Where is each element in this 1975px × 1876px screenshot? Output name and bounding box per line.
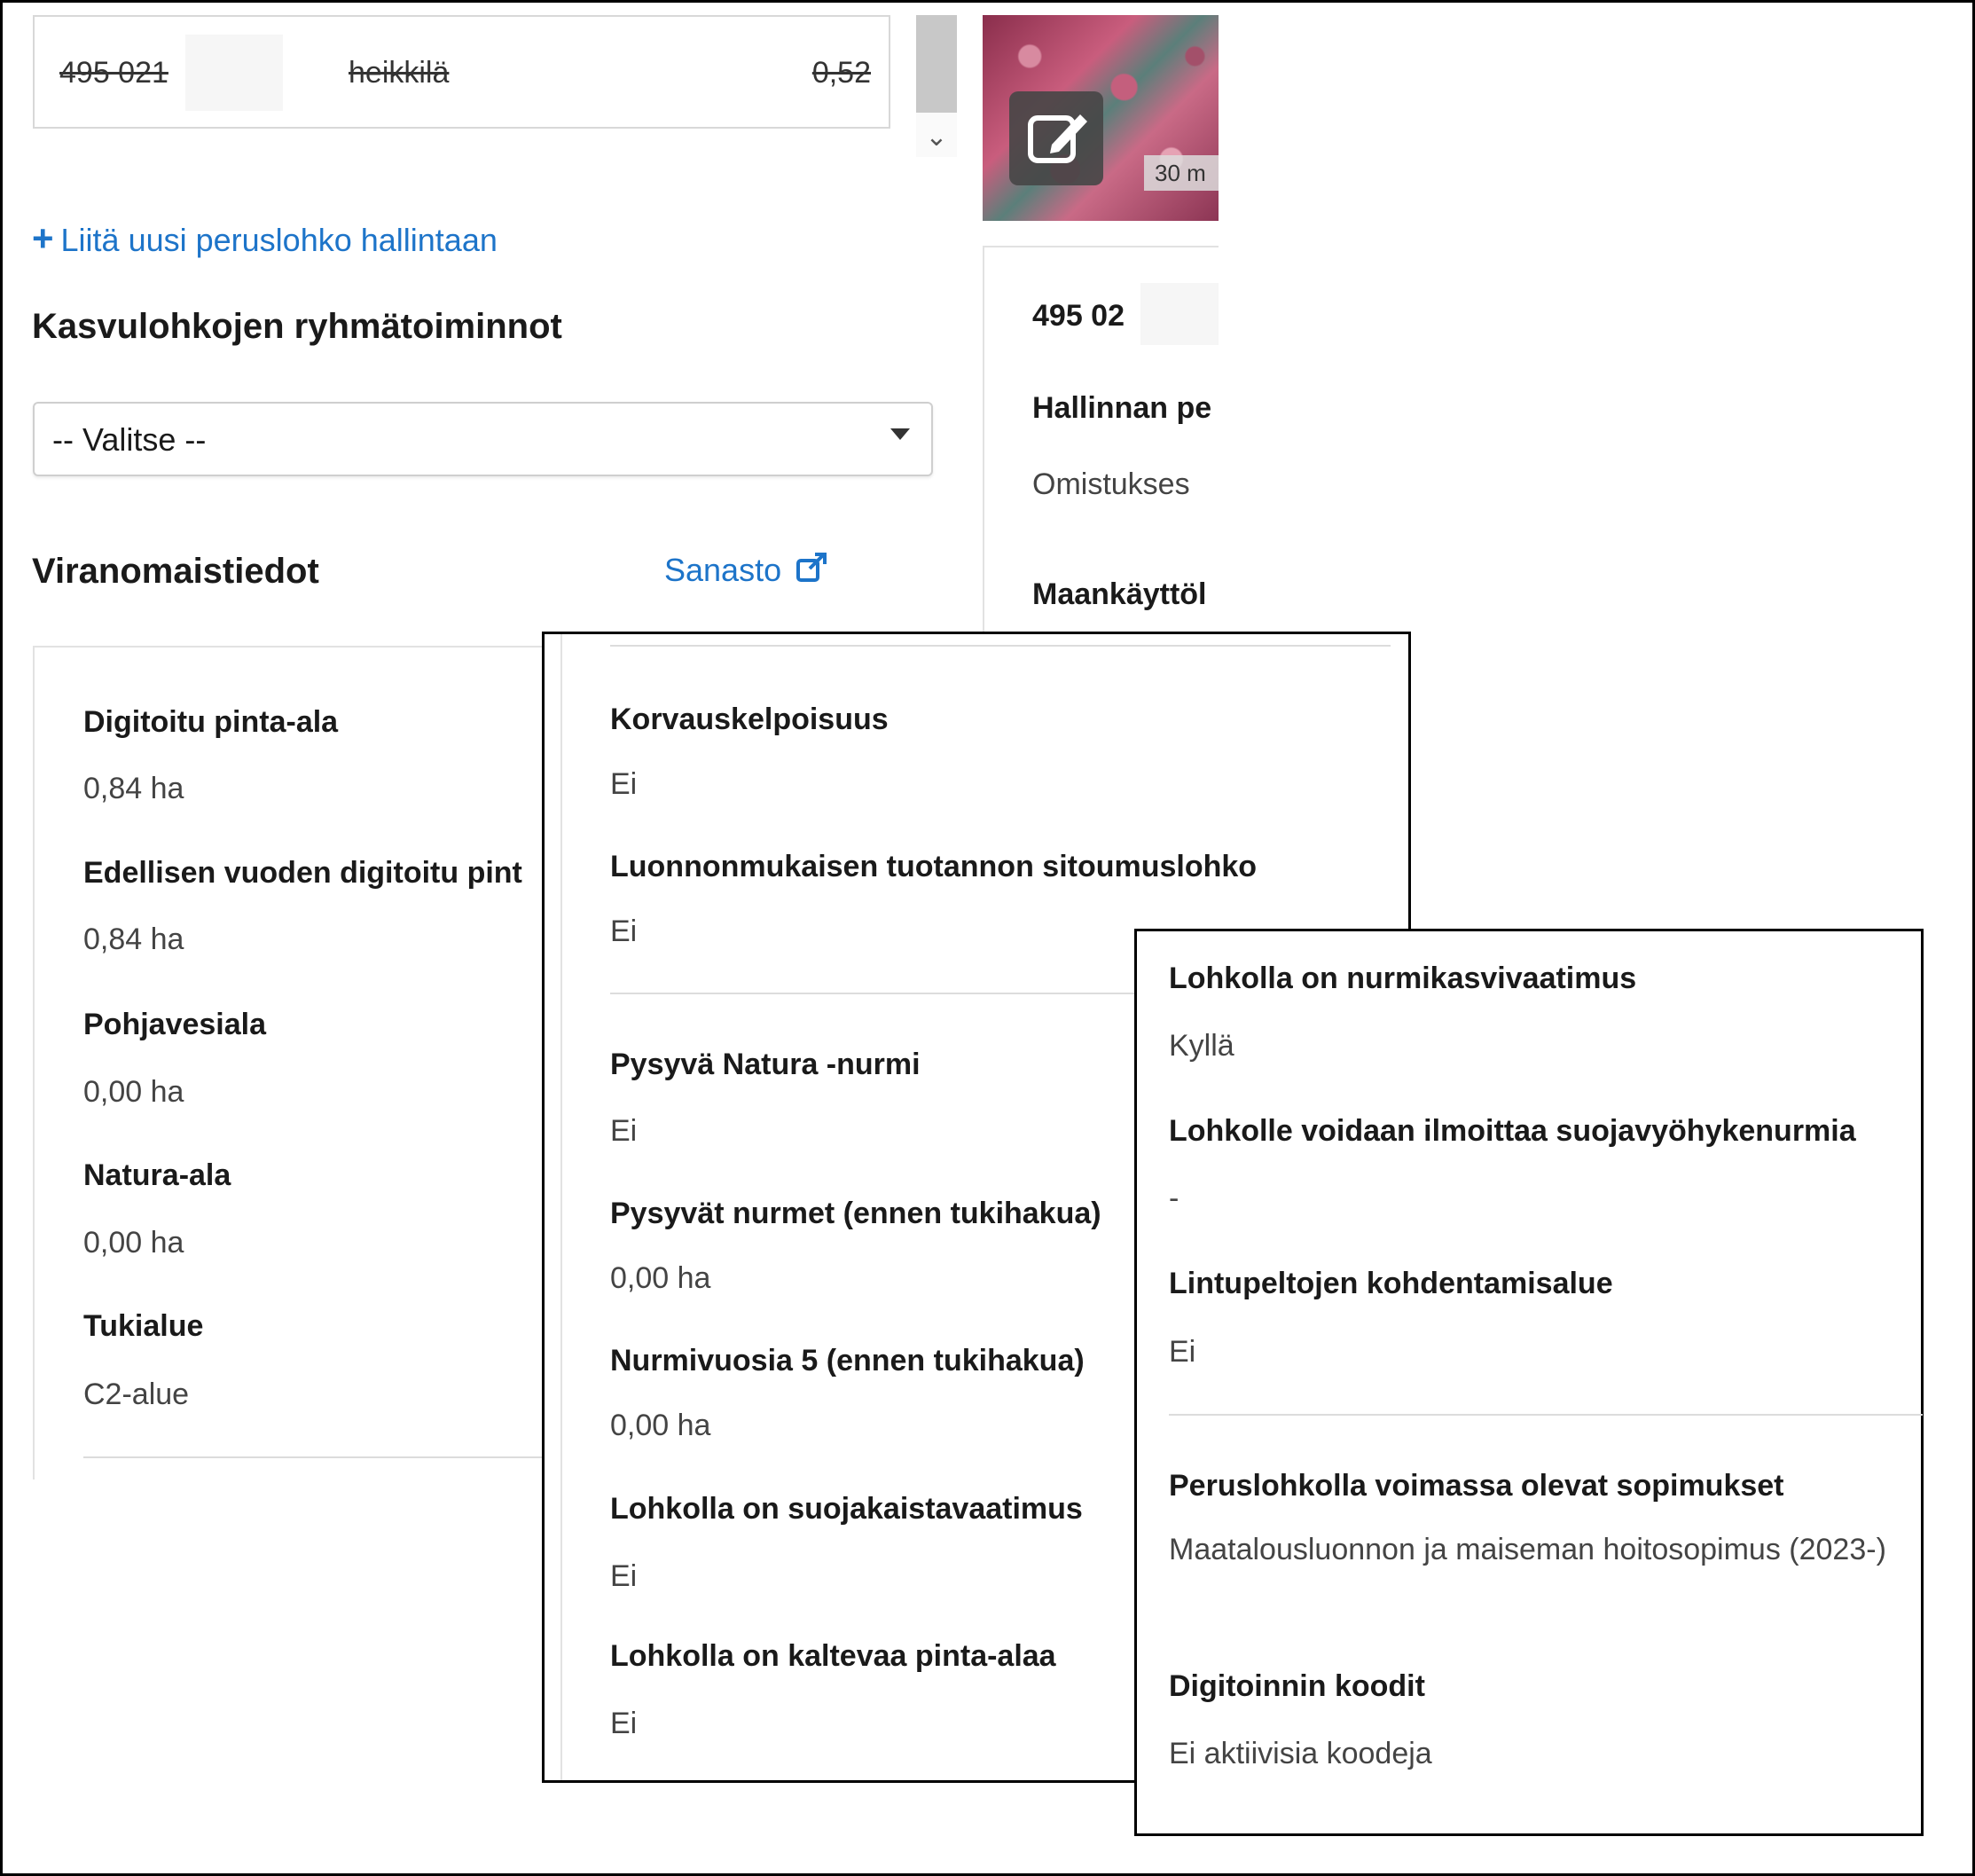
redacted-area bbox=[185, 35, 283, 111]
redacted-area bbox=[1140, 283, 1219, 345]
parcel-detail-id: 495 02 bbox=[1032, 299, 1125, 333]
field-value: C2-alue bbox=[83, 1378, 190, 1411]
field-label: Peruslohkolla voimassa olevat sopimukset bbox=[1169, 1469, 1784, 1503]
field-value: 0,00 ha bbox=[83, 1075, 184, 1109]
field-value: 0,84 ha bbox=[83, 772, 184, 805]
field-label: Korvauskelpoisuus bbox=[610, 703, 889, 736]
field-label: Maankäyttöl bbox=[1032, 577, 1207, 611]
field-value: 0,00 ha bbox=[83, 1226, 184, 1260]
field-label: Pohjavesiala bbox=[83, 1008, 267, 1041]
card-edge bbox=[560, 634, 562, 1780]
map-thumbnail[interactable]: 30 m bbox=[983, 15, 1219, 221]
field-value: 0,84 ha bbox=[83, 922, 184, 956]
field-label: Lohkolla on kaltevaa pinta-alaa bbox=[610, 1639, 1056, 1673]
field-label: Natura-ala bbox=[83, 1158, 231, 1192]
field-value: Ei bbox=[610, 1559, 638, 1593]
edit-map-button[interactable] bbox=[1009, 91, 1103, 185]
field-label: Luonnonmukaisen tuotannon sitoumuslohko bbox=[610, 850, 1258, 883]
field-value: 0,00 ha bbox=[610, 1409, 711, 1442]
detail-panel-2: Lohkolla on nurmikasvivaatimus Kyllä Loh… bbox=[1134, 929, 1924, 1836]
select-value: -- Valitse -- bbox=[52, 421, 207, 458]
caret-down-icon bbox=[890, 428, 910, 440]
field-label: Digitoitu pinta-ala bbox=[83, 705, 339, 739]
divider bbox=[83, 1456, 545, 1458]
field-value: Omistukses bbox=[1032, 467, 1190, 501]
field-label: Edellisen vuoden digitoitu pint bbox=[83, 856, 522, 890]
field-label: Pysyvä Natura -nurmi bbox=[610, 1048, 921, 1081]
field-value: Maatalousluonnon ja maiseman hoitosopimu… bbox=[1169, 1533, 1886, 1566]
parcel-name: heikkilä bbox=[349, 56, 450, 90]
parcel-id: 495 021 bbox=[59, 56, 169, 90]
parcel-row[interactable]: 495 021 heikkilä 0,52 bbox=[33, 15, 890, 129]
field-value: - bbox=[1169, 1181, 1180, 1215]
field-value: Ei bbox=[610, 1114, 638, 1148]
field-value: Ei bbox=[610, 767, 638, 801]
group-actions-title: Kasvulohkojen ryhmätoiminnot bbox=[32, 307, 562, 346]
field-label: Hallinnan pe bbox=[1032, 391, 1212, 425]
field-value: Kyllä bbox=[1169, 1029, 1234, 1063]
field-label: Lohkolle voidaan ilmoittaa suojavyöhyken… bbox=[1169, 1114, 1856, 1148]
divider bbox=[1169, 1414, 1923, 1416]
edit-icon bbox=[1028, 114, 1087, 163]
parcel-detail-card: 495 02 Hallinnan pe Omistukses Maankäytt… bbox=[983, 246, 1219, 636]
glossary-link[interactable]: Sanasto bbox=[664, 552, 827, 589]
field-label: Nurmivuosia 5 (ennen tukihakua) bbox=[610, 1344, 1085, 1378]
divider bbox=[610, 645, 1391, 647]
parcel-area: 0,52 bbox=[811, 56, 871, 90]
field-label: Pysyvät nurmet (ennen tukihakua) bbox=[610, 1197, 1101, 1230]
plus-icon: + bbox=[32, 217, 54, 259]
add-parcel-link[interactable]: + Liitä uusi peruslohko hallintaan bbox=[32, 217, 498, 260]
field-value: 0,00 ha bbox=[610, 1261, 711, 1295]
list-scrollbar[interactable]: ⌄ bbox=[916, 15, 957, 157]
glossary-label: Sanasto bbox=[664, 552, 782, 588]
add-parcel-label: Liitä uusi peruslohko hallintaan bbox=[60, 222, 498, 258]
field-label: Lohkolla on nurmikasvivaatimus bbox=[1169, 962, 1637, 995]
external-link-icon bbox=[796, 553, 827, 582]
field-label: Lohkolla on suojakaistavaatimus bbox=[610, 1492, 1083, 1526]
map-scale-label: 30 m bbox=[1144, 155, 1219, 191]
authority-title: Viranomaistiedot bbox=[32, 552, 319, 591]
field-value: Ei bbox=[610, 1707, 638, 1740]
field-value: Ei bbox=[1169, 1335, 1196, 1369]
field-label: Tukialue bbox=[83, 1309, 204, 1343]
group-actions-select[interactable]: -- Valitse -- bbox=[33, 402, 933, 476]
authority-card bbox=[33, 646, 565, 1480]
field-value: Ei bbox=[610, 914, 638, 948]
field-value: Ei aktiivisia koodeja bbox=[1169, 1737, 1432, 1770]
scroll-down-icon[interactable]: ⌄ bbox=[916, 120, 957, 155]
field-label: Lintupeltojen kohdentamisalue bbox=[1169, 1267, 1613, 1300]
scrollbar-thumb[interactable] bbox=[916, 15, 957, 113]
field-label: Digitoinnin koodit bbox=[1169, 1669, 1425, 1703]
